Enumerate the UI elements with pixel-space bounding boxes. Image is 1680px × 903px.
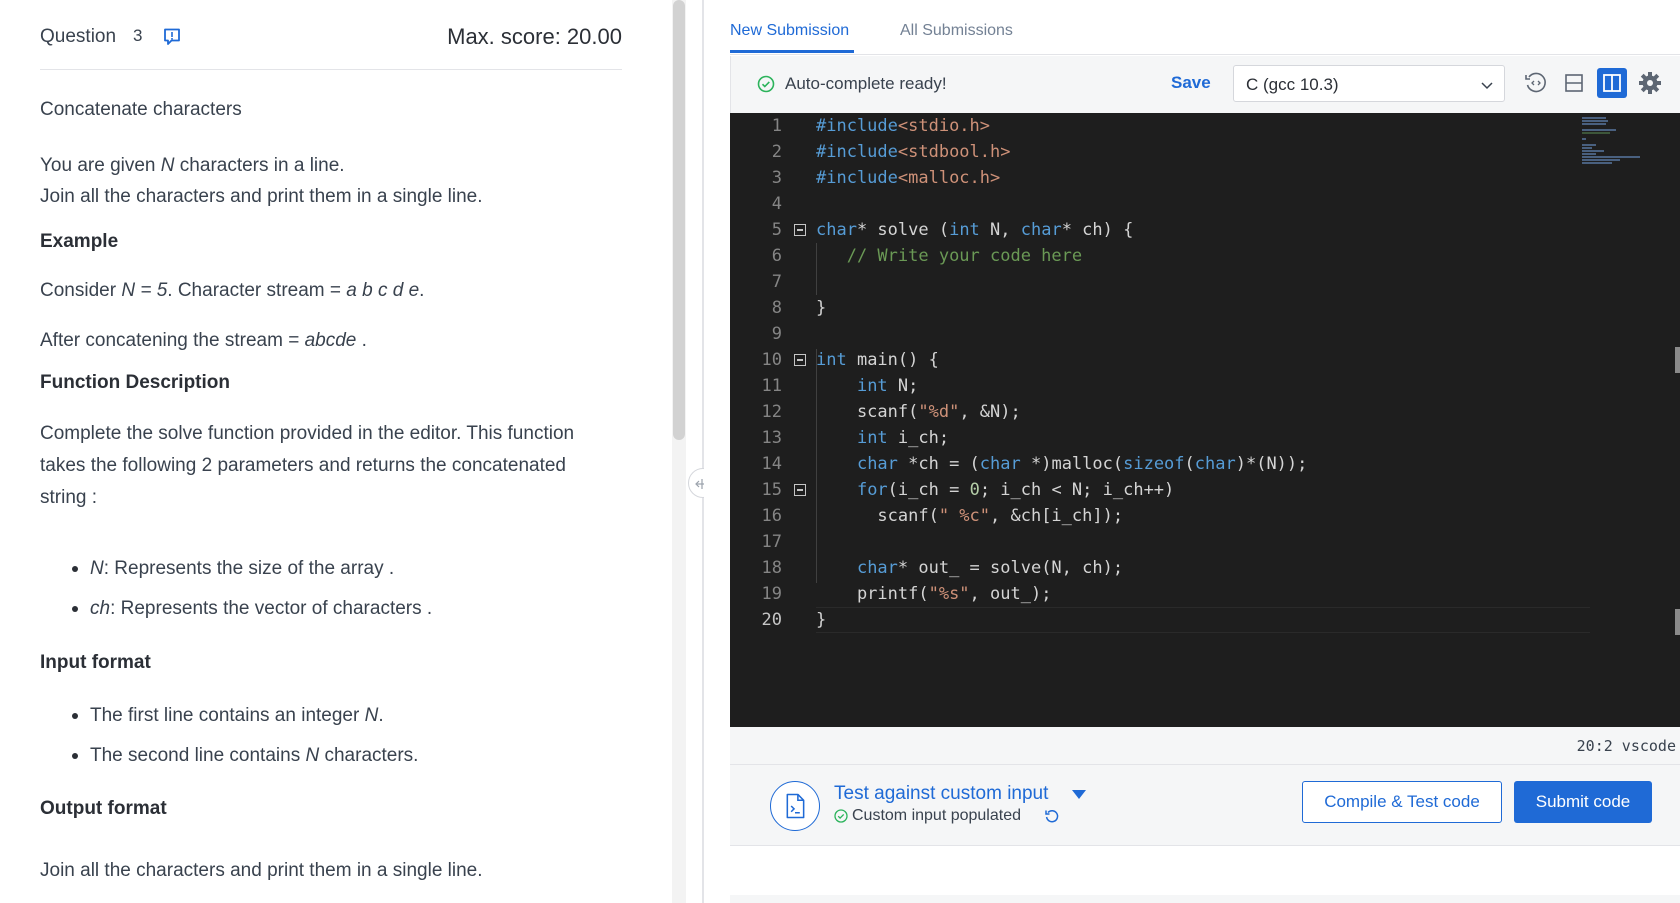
fold-toggle-icon[interactable]: [794, 484, 806, 496]
code-line: 11 int N;: [761, 376, 919, 396]
code-line: 4: [771, 194, 782, 214]
editor-status-bar: 20:2 vscode: [730, 727, 1680, 764]
settings-gear-icon[interactable]: [1635, 68, 1665, 98]
chevron-down-icon: [1481, 82, 1493, 90]
code-line: 12 scanf("%d", &N);: [761, 402, 1021, 422]
problem-panel: Question 3 Max. score: 20.00 Concatenate…: [0, 0, 672, 903]
horizontal-layout-icon[interactable]: [1559, 68, 1589, 98]
bullet: [72, 606, 78, 612]
autocomplete-status: Auto-complete ready!: [785, 74, 947, 93]
language-select[interactable]: C (gcc 10.3): [1233, 65, 1505, 102]
report-flag-icon[interactable]: [162, 27, 182, 47]
custom-input-toggle[interactable]: Test against custom input: [834, 783, 1048, 805]
problem-title: Concatenate characters: [40, 99, 242, 120]
bullet: [72, 566, 78, 572]
question-number: 3: [133, 26, 143, 45]
output-heading: Output format: [40, 798, 167, 819]
left-scrollbar-thumb[interactable]: [673, 0, 685, 440]
custom-input-status: Custom input populated: [852, 807, 1021, 824]
code-line: 5 char* solve (int N, char* ch) {: [771, 220, 1134, 240]
function-line-2: takes the following 2 parameters and ret…: [40, 455, 566, 476]
check-circle-icon: [834, 809, 848, 823]
example-heading: Example: [40, 231, 119, 252]
fold-toggle-icon[interactable]: [794, 224, 806, 236]
cursor-position: 20:2 vscode: [1576, 737, 1676, 755]
code-line: 3 #include<malloc.h>: [771, 168, 1001, 188]
submit-code-button[interactable]: Submit code: [1514, 781, 1652, 823]
output-line-1: Join all the characters and print them i…: [40, 860, 483, 881]
input-heading: Input format: [40, 652, 151, 673]
code-line: 10 int main() {: [761, 350, 939, 370]
code-line: 13 int i_ch;: [761, 428, 950, 448]
custom-input-button[interactable]: [770, 781, 820, 831]
example-line: Consider N = 5. Character stream = a b c…: [40, 280, 425, 301]
intro-line-1: You are given N characters in a line.: [40, 155, 345, 176]
terminal-file-icon: [786, 793, 805, 819]
function-line-1: Complete the solve function provided in …: [40, 423, 575, 444]
code-line: 15 for(i_ch = 0; i_ch < N; i_ch++): [761, 480, 1175, 500]
active-tab-indicator: [730, 50, 854, 53]
param-2: ch: Represents the vector of characters …: [90, 598, 433, 619]
code-line: 8}: [771, 298, 827, 318]
code-line: 14 char *ch = (char *)malloc(sizeof(char…: [761, 454, 1308, 474]
vertical-layout-icon: [1603, 74, 1621, 92]
bullet: [72, 713, 78, 719]
code-line: 9: [771, 324, 782, 344]
reset-icon[interactable]: [1044, 808, 1060, 824]
code-line: 2 #include<stdbool.h>: [771, 142, 1011, 162]
intro-line-2: Join all the characters and print them i…: [40, 186, 483, 207]
bullet: [72, 753, 78, 759]
check-circle-icon: [757, 75, 775, 93]
code-line: 1 #include<stdio.h>: [771, 116, 991, 136]
question-label: Question: [40, 26, 117, 47]
input-line-1: The first line contains an integer N.: [90, 705, 384, 726]
code-line: 6 // Write your code here: [771, 246, 1083, 266]
run-panel: Test against custom input Custom input p…: [730, 764, 1680, 846]
editor-toolbar: Auto-complete ready! Save C (gcc 10.3): [730, 56, 1680, 113]
code-line: 18 char* out_ = solve(N, ch);: [761, 558, 1124, 578]
question-header: Question 3 Max. score: 20.00: [40, 22, 622, 70]
after-line: After concatening the stream = abcde .: [40, 330, 367, 351]
code-line: 19 printf("%s", out_);: [761, 584, 1052, 604]
code-line: 16 scanf(" %c", &ch[i_ch]);: [761, 506, 1124, 526]
vertical-layout-button[interactable]: [1597, 68, 1627, 98]
param-1: N: Represents the size of the array .: [90, 558, 395, 579]
history-icon[interactable]: [1521, 68, 1551, 98]
code-line: 17: [761, 532, 782, 552]
tab-all-submissions[interactable]: All Submissions: [900, 22, 1013, 40]
compile-test-button[interactable]: Compile & Test code: [1302, 781, 1502, 823]
editor-panel: New Submission All Submissions Auto-comp…: [704, 0, 1680, 903]
tab-new-submission[interactable]: New Submission: [730, 22, 849, 40]
submission-tabs: New Submission All Submissions: [730, 0, 1680, 55]
caret-down-icon[interactable]: [1072, 790, 1086, 799]
max-score: Max. score: 20.00: [447, 24, 622, 49]
panel-footer-strip: [730, 895, 1680, 903]
fold-toggle-icon[interactable]: [794, 354, 806, 366]
code-editor[interactable]: 1 #include<stdio.h> 2 #include<stdbool.h> …: [730, 113, 1680, 727]
function-line-3: string :: [40, 487, 98, 508]
function-heading: Function Description: [40, 372, 230, 393]
code-line: 20}: [761, 610, 827, 630]
save-button[interactable]: Save: [1171, 73, 1211, 93]
input-line-2: The second line contains N characters.: [90, 745, 419, 766]
language-value: C (gcc 10.3): [1246, 75, 1339, 94]
code-line: 7: [771, 272, 782, 292]
